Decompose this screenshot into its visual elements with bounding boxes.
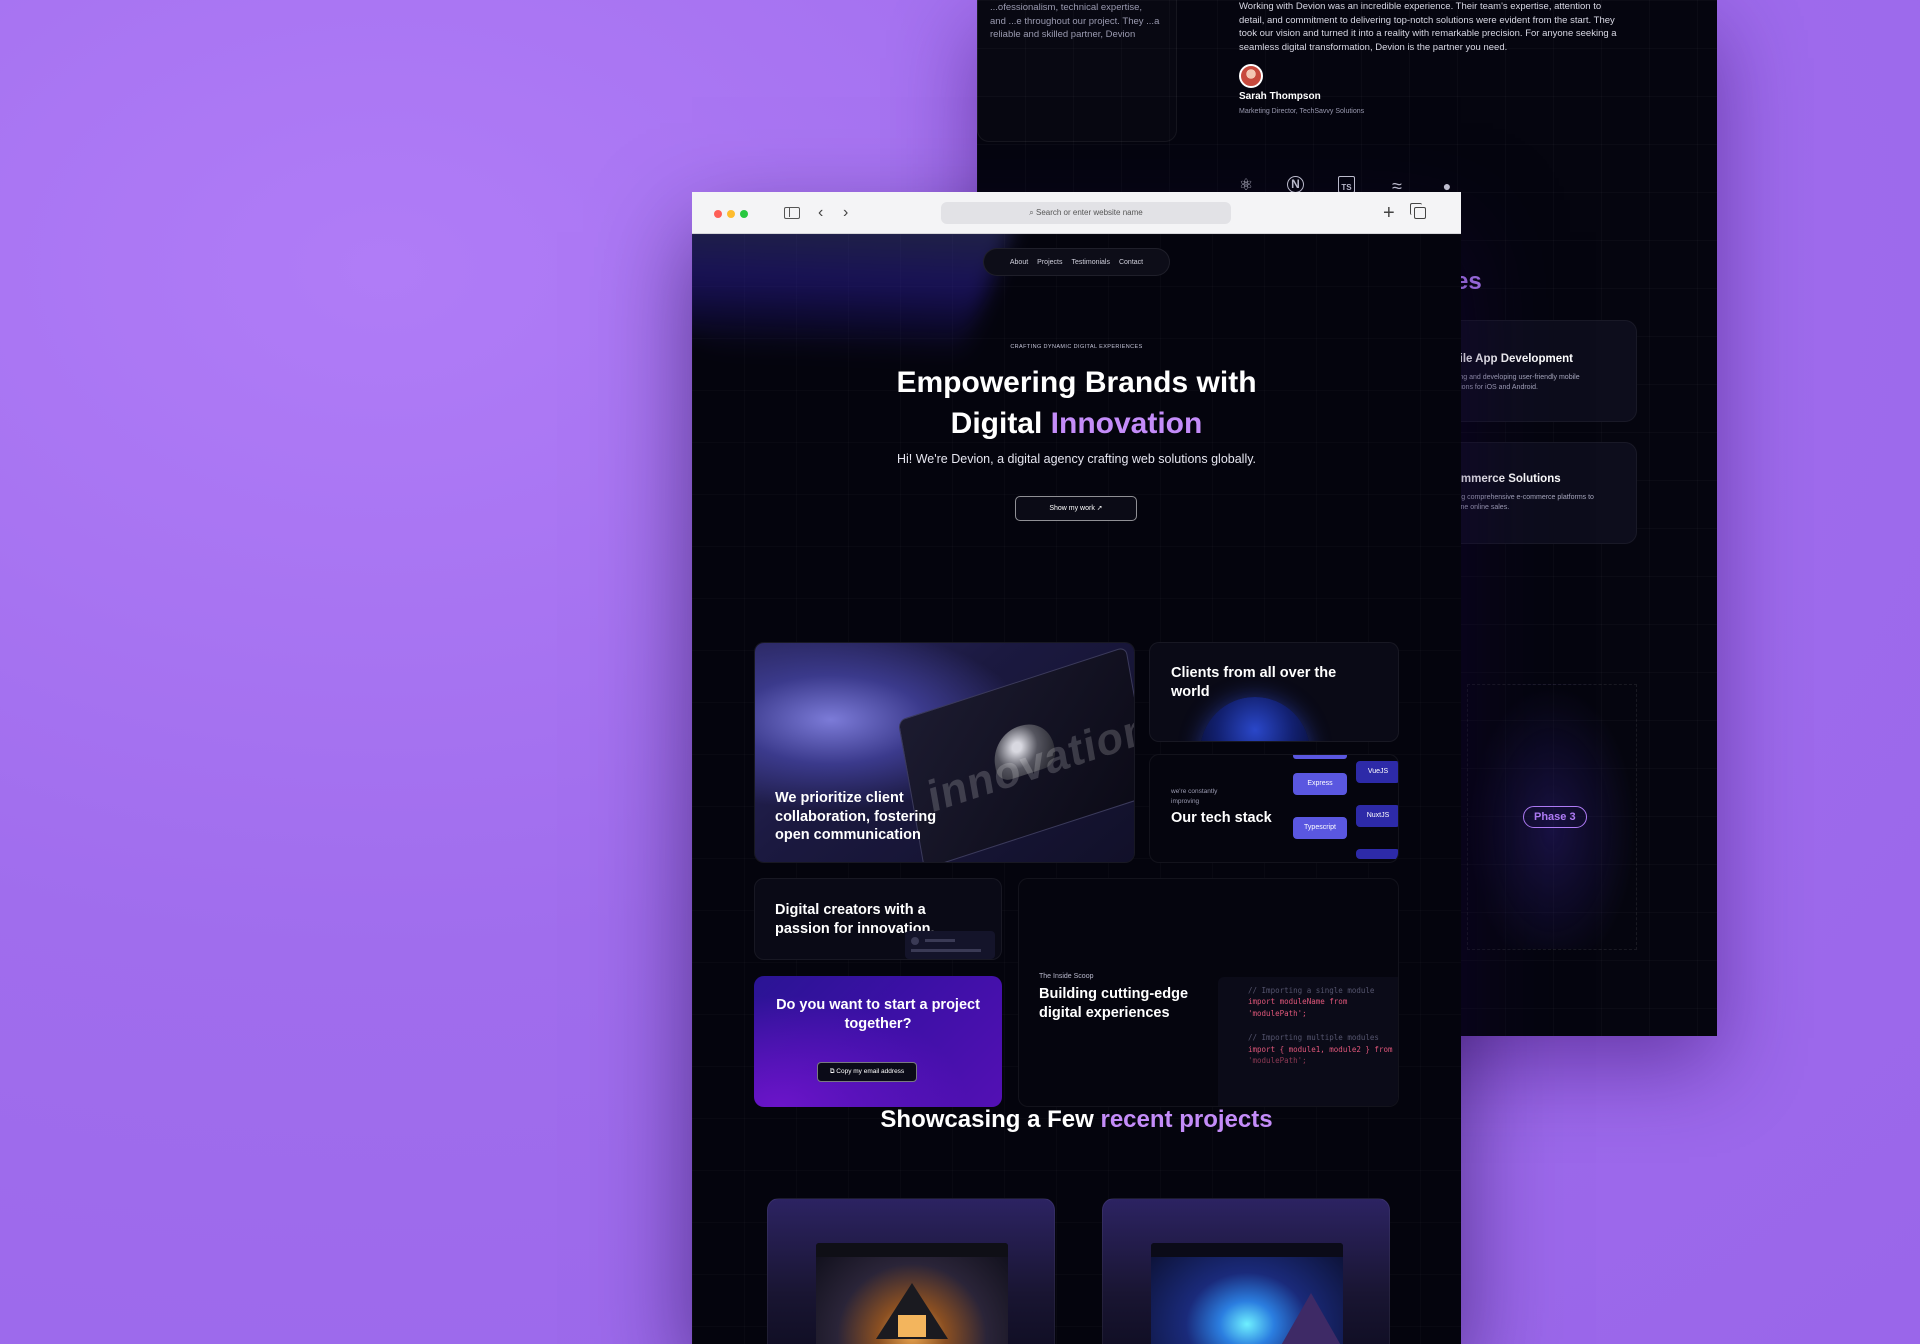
- hero-title-accent: Innovation: [1050, 407, 1203, 440]
- inside-scoop-card: The Inside Scoop Building cutting-edge d…: [1018, 878, 1399, 1107]
- tech-tag-vuejs: VueJS: [1356, 761, 1398, 783]
- close-window-button[interactable]: [714, 210, 722, 218]
- nav-item-projects[interactable]: Projects: [1037, 259, 1062, 266]
- website-page: About Projects Testimonials Contact CRAF…: [692, 234, 1461, 1344]
- inside-scoop-caption: The Inside Scoop: [1039, 973, 1094, 980]
- project-card-1[interactable]: [767, 1198, 1055, 1344]
- code-comment: // Importing a single module: [1248, 986, 1375, 995]
- projects-title-plain: Showcasing a Few: [880, 1106, 1101, 1133]
- copy-email-label: Copy my email address: [836, 1068, 905, 1075]
- browser-window: ‹ › ⌕ Search or enter website name + Abo…: [692, 192, 1461, 1344]
- forward-arrow-icon[interactable]: ›: [843, 202, 848, 224]
- top-navigation: About Projects Testimonials Contact: [983, 248, 1170, 276]
- back-arrow-icon[interactable]: ‹: [818, 202, 823, 224]
- tech-stack-caption: we're constantly improving: [1171, 788, 1218, 805]
- nav-item-testimonials[interactable]: Testimonials: [1071, 259, 1110, 266]
- project-screenshot-cabin: [816, 1243, 1008, 1344]
- tech-tag-partial: [1293, 755, 1347, 759]
- new-tab-icon[interactable]: +: [1383, 202, 1395, 224]
- projects-section-title: Showcasing a Few recent projects: [692, 1106, 1461, 1134]
- code-block: // Importing a single module import modu…: [1218, 977, 1398, 1106]
- hero-subtitle: Hi! We're Devion, a digital agency craft…: [896, 452, 1257, 466]
- tech-stack-card: we're constantly improving Our tech stac…: [1149, 754, 1399, 863]
- testimonial-right-text: Working with Devion was an incredible ex…: [1239, 1, 1617, 53]
- maximize-window-button[interactable]: [740, 210, 748, 218]
- inside-scoop-title: Building cutting-edge digital experience…: [1039, 986, 1189, 1021]
- author-role: Marketing Director, TechSavvy Solutions: [1239, 108, 1365, 115]
- copy-email-button[interactable]: ⧉ Copy my email address: [817, 1062, 917, 1082]
- collaboration-text: We prioritize client collaboration, fost…: [775, 790, 937, 843]
- avatar: [1239, 64, 1263, 88]
- collaboration-card: innovation We prioritize client collabor…: [754, 642, 1135, 863]
- typescript-icon: TS: [1338, 176, 1355, 193]
- nav-item-contact[interactable]: Contact: [1119, 259, 1143, 266]
- code-comment: // Importing multiple modules: [1248, 1033, 1379, 1042]
- show-my-work-button[interactable]: Show my work ➚: [1015, 496, 1137, 521]
- minimize-window-button[interactable]: [727, 210, 735, 218]
- tech-stack-title: Our tech stack: [1171, 810, 1272, 826]
- testimonial-card-left: ...ofessionalism, technical expertise, a…: [977, 0, 1177, 142]
- ui-preview-image: [905, 931, 995, 959]
- browser-toolbar: ‹ › ⌕ Search or enter website name +: [692, 192, 1461, 234]
- laptop-screen-word: innovation: [924, 702, 1135, 823]
- creators-card: Digital creators with a passion for inno…: [754, 878, 1002, 960]
- hero-eyebrow: CRAFTING DYNAMIC DIGITAL EXPERIENCES: [1010, 344, 1143, 350]
- hero-title-line1: Empowering Brands with: [896, 366, 1257, 399]
- start-project-title: Do you want to start a project together?: [776, 997, 980, 1032]
- code-line: 'modulePath';: [1248, 1056, 1307, 1065]
- author-name: Sarah Thompson: [1239, 91, 1321, 102]
- code-line: import { module1, module2 } from: [1248, 1045, 1393, 1054]
- globe-image: [1200, 697, 1310, 741]
- address-bar[interactable]: ⌕ Search or enter website name: [941, 202, 1231, 224]
- tech-tag-partial: [1356, 849, 1398, 859]
- projects-title-accent: recent projects: [1100, 1106, 1273, 1133]
- arrow-up-right-icon: ➚: [1096, 505, 1103, 512]
- show-my-work-label: Show my work: [1049, 505, 1095, 512]
- hero-title: Empowering Brands with Digital Innovatio…: [692, 362, 1461, 444]
- tab-overview-icon[interactable]: [1410, 203, 1426, 219]
- code-line: import moduleName from: [1248, 997, 1348, 1006]
- phase-badge: Phase 3: [1523, 806, 1587, 828]
- tech-tag-express: Express: [1293, 773, 1347, 795]
- clients-card: Clients from all over the world: [1149, 642, 1399, 742]
- search-icon: ⌕: [1029, 208, 1036, 217]
- address-bar-placeholder: Search or enter website name: [1035, 208, 1143, 217]
- project-card-2[interactable]: [1102, 1198, 1390, 1344]
- project-screenshot-crystal: [1151, 1243, 1343, 1344]
- tech-tag-nuxtjs: NuxtJS: [1356, 805, 1398, 827]
- nav-item-about[interactable]: About: [1010, 259, 1028, 266]
- clients-text: Clients from all over the world: [1171, 665, 1337, 700]
- testimonial-left-text: ...ofessionalism, technical expertise, a…: [990, 2, 1160, 40]
- hero-title-line2: Digital: [950, 407, 1051, 440]
- code-line: 'modulePath';: [1248, 1009, 1307, 1018]
- start-project-card: Do you want to start a project together?…: [754, 976, 1002, 1107]
- tech-tag-typescript: Typescript: [1293, 817, 1347, 839]
- sidebar-toggle-icon[interactable]: [784, 207, 800, 219]
- nextjs-icon: N: [1287, 176, 1304, 193]
